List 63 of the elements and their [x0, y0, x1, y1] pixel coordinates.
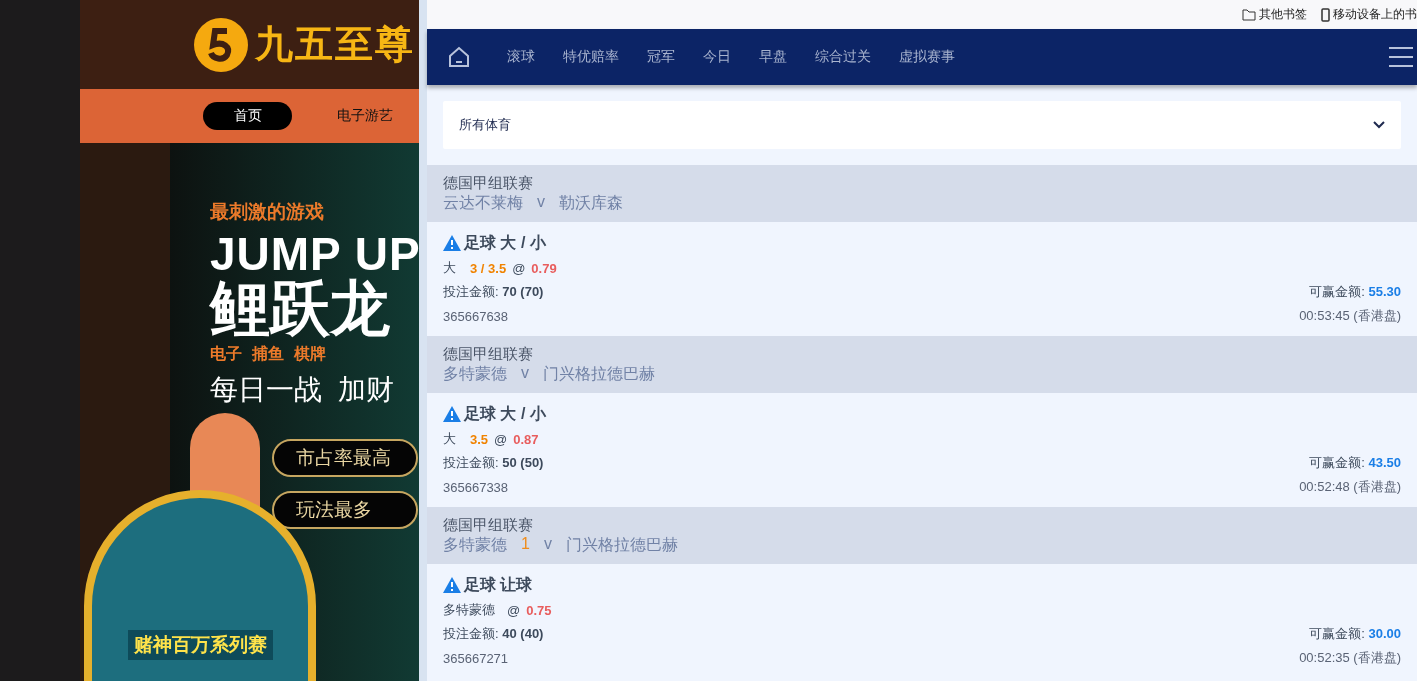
nav-tab[interactable]: 今日 — [689, 44, 745, 70]
home-icon[interactable] — [447, 45, 471, 69]
banner-category: 棋牌 — [294, 344, 326, 364]
stake-text: 投注金额: 50 (50) — [443, 454, 544, 472]
nav-tab[interactable]: 虚拟赛事 — [885, 44, 969, 70]
logo-text: 九五至尊 — [255, 22, 415, 67]
market-title: 足球 让球 — [464, 574, 533, 595]
bookmark-folder[interactable]: 其他书签 — [1242, 6, 1307, 23]
nav-tab[interactable]: 首页 — [203, 102, 292, 130]
bet-id: 365667338 — [443, 479, 509, 495]
menu-icon[interactable] — [1389, 46, 1413, 68]
score: 1 — [521, 534, 530, 554]
banner-category: 捕鱼 — [252, 344, 284, 364]
folder-icon — [1242, 8, 1256, 21]
selection-text: 多特蒙德 @ 0.75 — [443, 601, 552, 619]
selection-text: 大 3.5 @ 0.87 — [443, 430, 539, 448]
warning-icon — [443, 577, 461, 593]
bet-id: 365667638 — [443, 308, 509, 324]
away-team: 勒沃库森 — [559, 192, 623, 213]
home-team: 多特蒙德 — [443, 534, 507, 555]
payout-text: 可赢金额: 30.00 — [1309, 625, 1401, 643]
nav-tab[interactable]: 冠军 — [633, 44, 689, 70]
nav-tab[interactable]: 特优赔率 — [549, 44, 633, 70]
banner-slogan: 每日一战 加财 — [210, 373, 395, 407]
league-name: 德国甲组联赛 — [443, 515, 534, 535]
bet-id: 365667271 — [443, 650, 509, 666]
banner-tagline: 最刺激的游戏 — [210, 200, 325, 224]
bet-time: 00:53:45 (香港盘) — [1299, 307, 1401, 325]
badge-title: 赌神百万系列赛 — [127, 630, 273, 660]
league-name: 德国甲组联赛 — [443, 173, 534, 193]
nav-tab[interactable]: 早盘 — [745, 44, 801, 70]
market-title: 足球 大 / 小 — [464, 232, 546, 253]
versus-text: v — [521, 363, 529, 383]
nav-tab[interactable]: 滚球 — [493, 44, 549, 70]
banner-category: 电子 — [210, 344, 242, 364]
stake-text: 投注金额: 70 (70) — [443, 283, 544, 301]
payout-text: 可赢金额: 43.50 — [1309, 454, 1401, 472]
away-team: 门兴格拉德巴赫 — [543, 363, 655, 384]
league-name: 德国甲组联赛 — [443, 344, 534, 364]
bookmark-folder[interactable]: 移动设备上的书 — [1321, 6, 1417, 23]
logo-icon — [193, 16, 249, 73]
stake-text: 投注金额: 40 (40) — [443, 625, 544, 643]
sport-dropdown[interactable]: 所有体育 — [443, 101, 1401, 149]
payout-text: 可赢金额: 55.30 — [1309, 283, 1401, 301]
warning-icon — [443, 406, 461, 422]
banner-title: 鲤跃龙 — [210, 277, 391, 340]
banner-button[interactable]: 玩法最多 — [272, 491, 418, 529]
chevron-down-icon — [1373, 121, 1385, 129]
warning-icon — [443, 235, 461, 251]
versus-text: v — [543, 534, 552, 554]
away-team: 门兴格拉德巴赫 — [565, 534, 678, 555]
market-title: 足球 大 / 小 — [464, 403, 546, 424]
versus-text: v — [537, 192, 545, 212]
bet-time: 00:52:48 (香港盘) — [1299, 478, 1401, 496]
bet-time: 00:52:35 (香港盘) — [1299, 649, 1401, 667]
home-team: 多特蒙德 — [443, 363, 507, 384]
nav-tab[interactable]: 电子游艺 — [320, 102, 409, 130]
banner-button[interactable]: 市占率最高 — [272, 439, 418, 477]
home-team: 云达不莱梅 — [443, 192, 523, 213]
phone-icon — [1321, 7, 1330, 22]
banner-headline: JUMP UP — [210, 231, 419, 277]
nav-tab[interactable]: 综合过关 — [801, 44, 885, 70]
selection-text: 大 3 / 3.5 @ 0.79 — [443, 259, 557, 277]
